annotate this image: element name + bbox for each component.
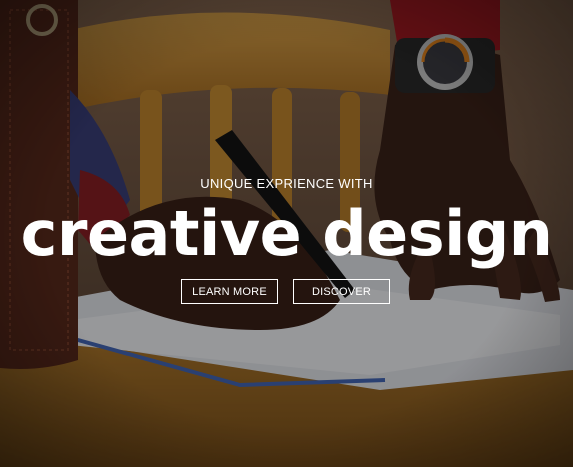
discover-button[interactable]: DISCOVER bbox=[293, 279, 390, 304]
hero-section: UNIQUE EXPRIENCE WITH creative design LE… bbox=[0, 0, 573, 467]
hero-subtitle: UNIQUE EXPRIENCE WITH bbox=[200, 176, 373, 191]
hero-title: creative design bbox=[20, 197, 553, 270]
learn-more-button[interactable]: LEARN MORE bbox=[181, 279, 278, 304]
hero-content: UNIQUE EXPRIENCE WITH creative design LE… bbox=[0, 0, 573, 467]
